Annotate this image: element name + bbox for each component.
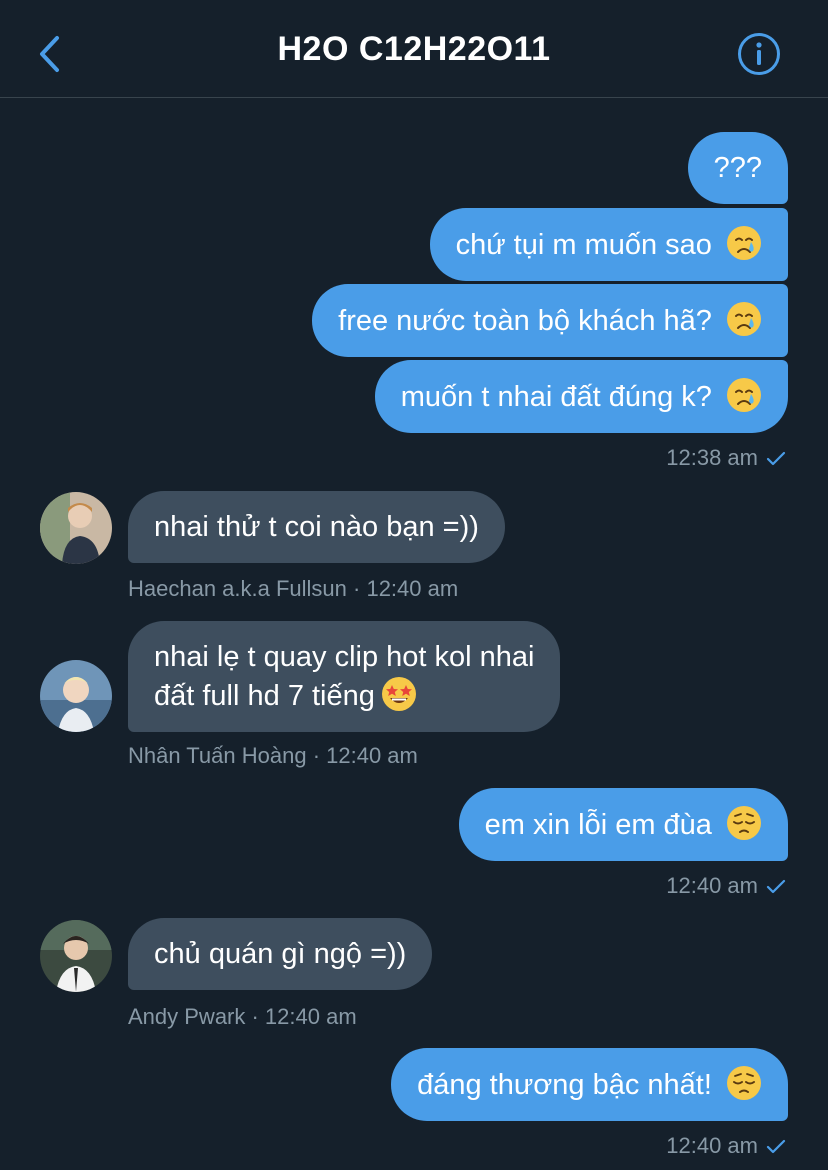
outgoing-message[interactable]: em xin lỗi em đùa [458, 788, 788, 861]
sent-check-icon [766, 1139, 786, 1154]
conversation-info-button[interactable] [736, 31, 782, 77]
avatar-photo [40, 920, 112, 992]
outgoing-message[interactable]: đáng thương bậc nhất! [391, 1048, 788, 1121]
message-text: nhai thử t coi nào bạn =)) [154, 511, 479, 543]
incoming-message[interactable]: chủ quán gì ngộ =)) [128, 918, 433, 990]
incoming-message[interactable]: nhai thử t coi nào bạn =)) [128, 491, 505, 563]
crying-face-icon [727, 226, 761, 260]
message-text: free nước toàn bộ khách hã? [338, 305, 712, 337]
conversation-title: H2O C12H22O11 [277, 30, 551, 68]
message-sender-time: Nhân Tuấn Hoàng · 12:40 am [128, 743, 418, 768]
message-text-line: nhai lẹ t quay clip hot kol nhai [154, 641, 535, 673]
message-text-line: đất full hd 7 tiếng [154, 676, 534, 715]
crying-face-icon [727, 378, 761, 412]
sent-check-icon [766, 451, 786, 466]
message-text: đáng thương bậc nhất! [417, 1069, 712, 1101]
sent-check-icon [766, 879, 786, 894]
message-text: chủ quán gì ngộ =)) [154, 938, 407, 970]
pensive-face-icon [727, 806, 761, 840]
message-timestamp: 12:38 am [666, 445, 786, 471]
message-text: ??? [713, 152, 762, 184]
outgoing-message[interactable]: ??? [687, 132, 788, 204]
incoming-message[interactable]: nhai lẹ t quay clip hot kol nhai đất ful… [128, 621, 561, 732]
info-icon [738, 33, 780, 75]
pensive-face-icon [727, 1066, 761, 1100]
crying-face-icon [727, 302, 761, 336]
dm-conversation-screen: H2O C12H22O11 ??? chứ tụi m muốn sao fre… [0, 0, 828, 1170]
avatar[interactable] [40, 492, 112, 564]
message-sender-time: Andy Pwark · 12:40 am [128, 1004, 357, 1029]
message-text: muốn t nhai đất đúng k? [400, 381, 712, 413]
conversation-header: H2O C12H22O11 [0, 0, 828, 98]
outgoing-message[interactable]: chứ tụi m muốn sao [429, 208, 788, 281]
outgoing-message[interactable]: free nước toàn bộ khách hã? [312, 284, 788, 357]
outgoing-message[interactable]: muốn t nhai đất đúng k? [374, 360, 788, 433]
star-struck-icon [381, 677, 416, 711]
avatar-photo [40, 660, 112, 732]
message-sender-time: Haechan a.k.a Fullsun · 12:40 am [128, 576, 459, 601]
avatar[interactable] [40, 660, 112, 732]
message-text: em xin lỗi em đùa [484, 809, 712, 841]
message-timestamp: 12:40 am [666, 1133, 786, 1159]
avatar-photo [40, 492, 112, 564]
message-text: chứ tụi m muốn sao [455, 229, 712, 261]
avatar[interactable] [40, 920, 112, 992]
message-timestamp: 12:40 am [666, 873, 786, 899]
